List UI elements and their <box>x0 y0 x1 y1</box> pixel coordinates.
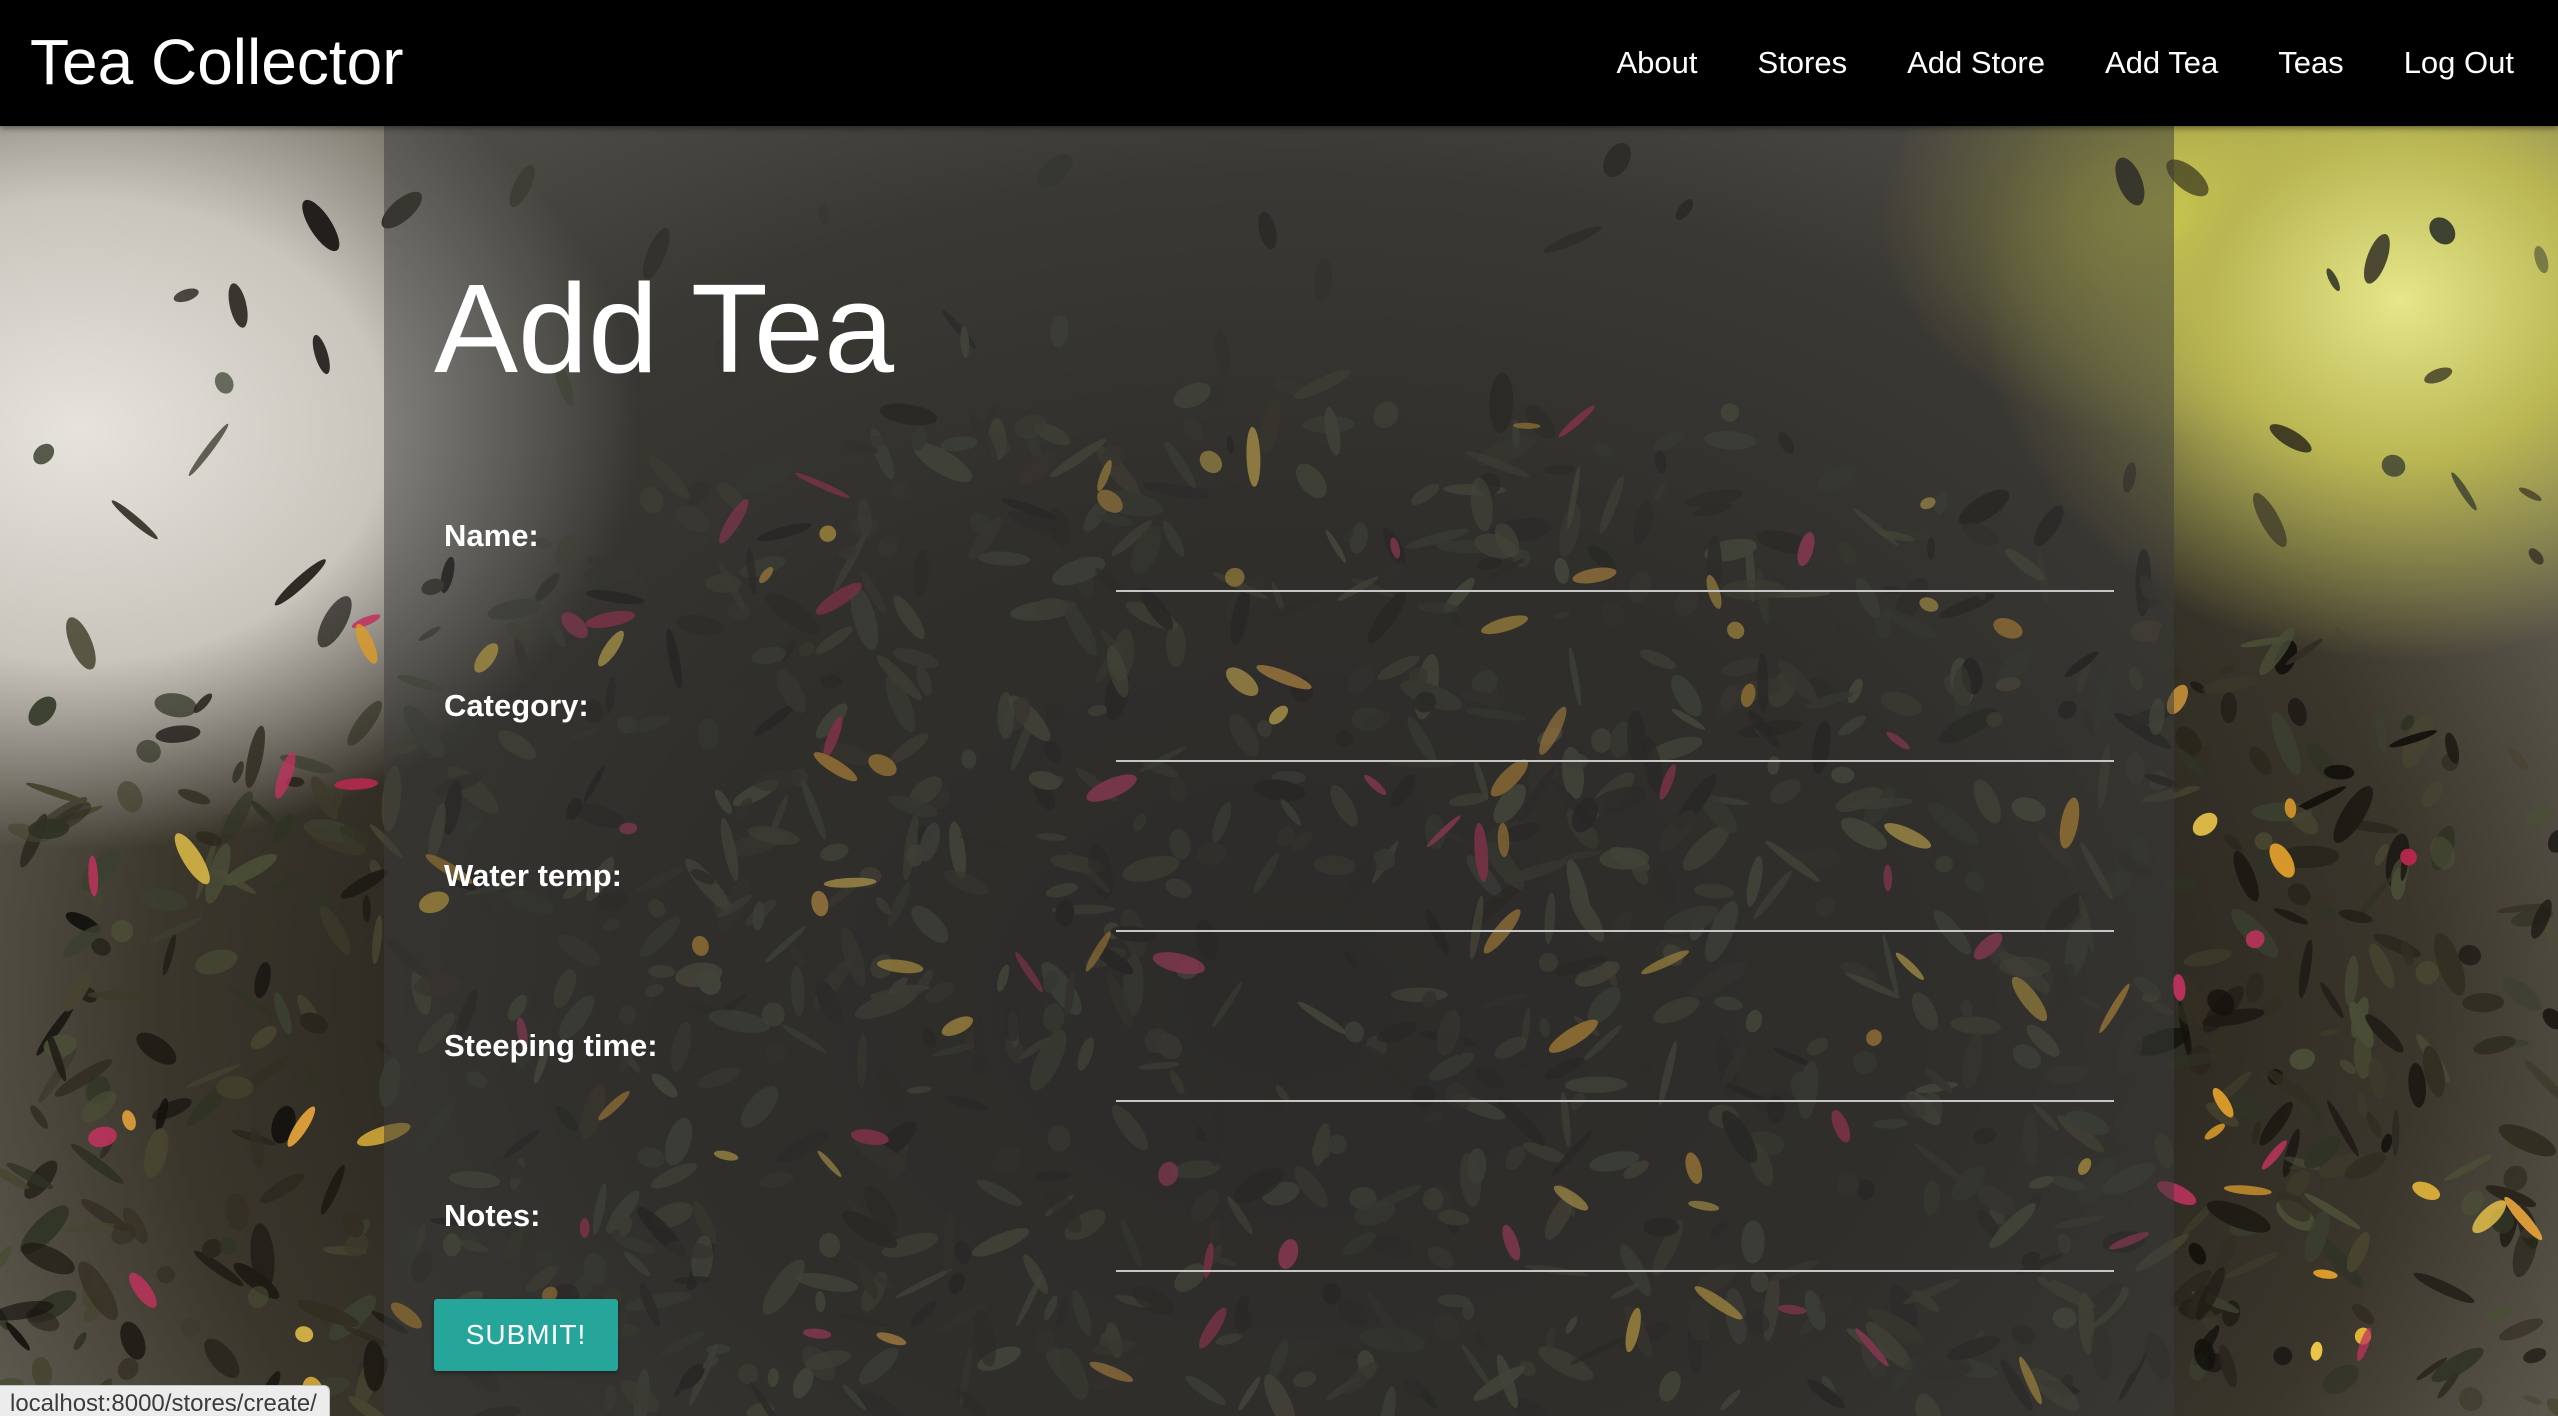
nav-link-log-out[interactable]: Log Out <box>2374 0 2544 126</box>
steeping-time-label: Steeping time: <box>444 1028 658 1063</box>
nav-item-teas: Teas <box>2248 0 2373 126</box>
category-label: Category: <box>444 688 589 723</box>
status-bar-url: localhost:8000/stores/create/ <box>0 1385 330 1416</box>
form-row-notes: Notes: <box>444 1196 2114 1286</box>
name-input[interactable] <box>1116 536 2114 592</box>
nav-link-stores[interactable]: Stores <box>1728 0 1878 126</box>
brand-logo-link[interactable]: Tea Collector <box>30 22 404 102</box>
nav-links: About Stores Add Store Add Tea Teas Log … <box>1587 0 2545 126</box>
form-row-steeping-time: Steeping time: <box>444 1026 2114 1116</box>
form-row-water-temp: Water temp: <box>444 856 2114 946</box>
steeping-time-input[interactable] <box>1116 1046 2114 1102</box>
content-panel: Add Tea Name: Category: Water temp: Stee… <box>384 126 2174 1416</box>
form-row-category: Category: <box>444 686 2114 776</box>
category-input[interactable] <box>1116 706 2114 762</box>
navbar: Tea Collector About Stores Add Store Add… <box>0 0 2558 126</box>
nav-item-log-out: Log Out <box>2374 0 2544 126</box>
nav-item-add-store: Add Store <box>1877 0 2075 126</box>
name-label: Name: <box>444 518 539 553</box>
notes-label: Notes: <box>444 1198 541 1233</box>
page-title: Add Tea <box>434 258 895 399</box>
nav-item-add-tea: Add Tea <box>2075 0 2248 126</box>
notes-input[interactable] <box>1116 1216 2114 1272</box>
nav-link-about[interactable]: About <box>1587 0 1728 126</box>
nav-item-about: About <box>1587 0 1728 126</box>
submit-button[interactable]: SUBMIT! <box>434 1299 618 1371</box>
nav-link-add-tea[interactable]: Add Tea <box>2075 0 2248 126</box>
nav-item-stores: Stores <box>1728 0 1878 126</box>
nav-link-teas[interactable]: Teas <box>2248 0 2373 126</box>
water-temp-input[interactable] <box>1116 876 2114 932</box>
form-row-name: Name: <box>444 516 2114 606</box>
nav-link-add-store[interactable]: Add Store <box>1877 0 2075 126</box>
water-temp-label: Water temp: <box>444 858 622 893</box>
